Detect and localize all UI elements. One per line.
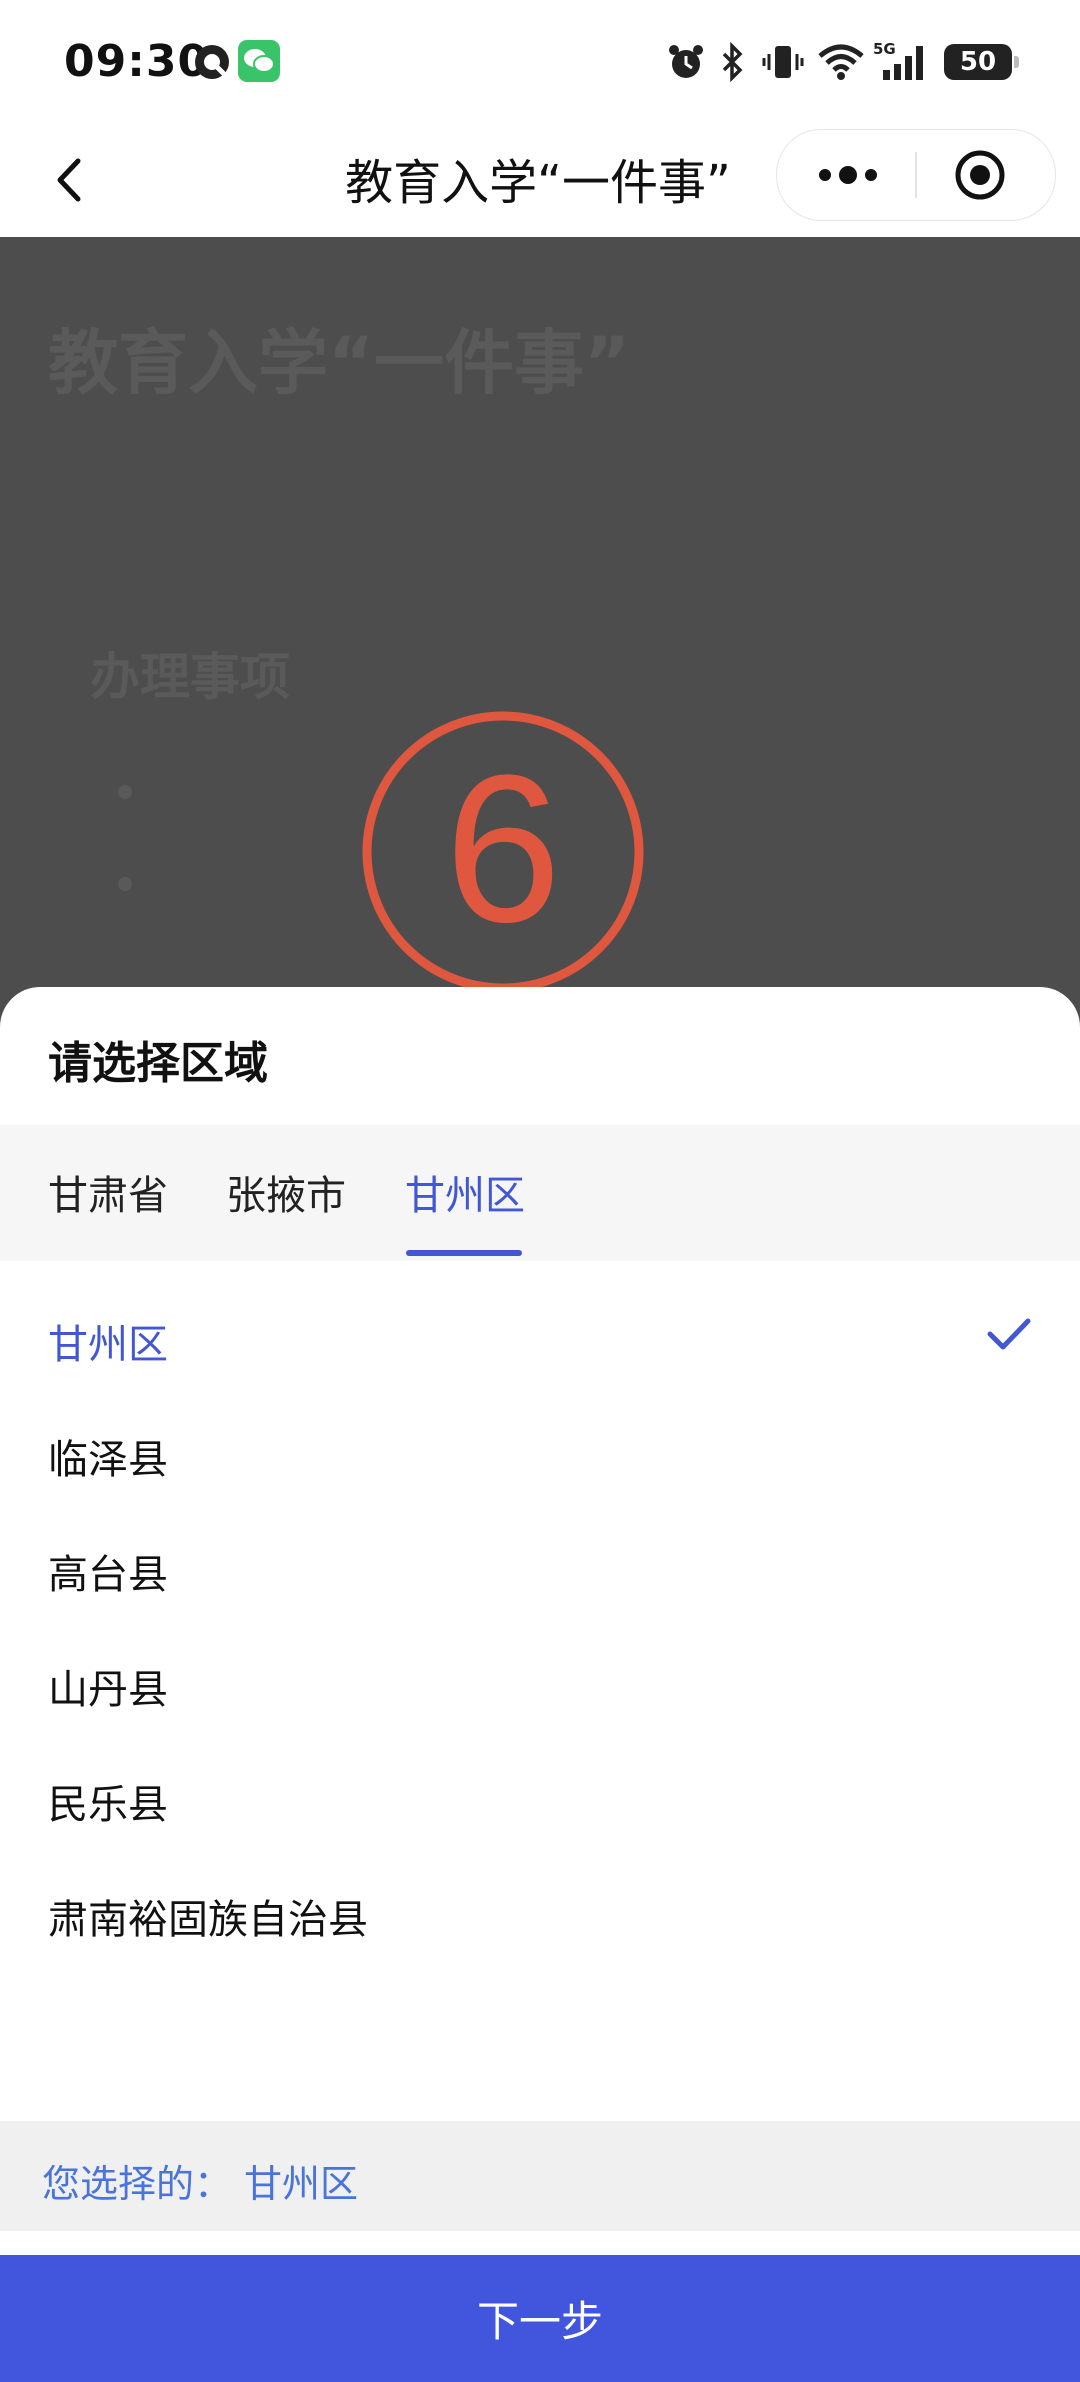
region-option[interactable]: 民乐县 [48,1772,168,1830]
next-step-button[interactable]: 下一步 [0,2255,1080,2382]
signal-5g-icon: 5G [872,40,934,84]
svg-text:5G: 5G [873,40,896,58]
region-level-tabs: 甘肃省 张掖市 甘州区 [0,1125,1080,1261]
capsule-divider [915,152,917,198]
wechat-icon [238,40,280,82]
more-dots-icon [819,166,877,184]
selected-region-label: 您选择的： [42,2162,233,2206]
region-option[interactable]: 山丹县 [48,1657,168,1715]
sheet-title: 请选择区域 [48,1038,268,1089]
background-bullet [118,785,132,799]
more-button[interactable] [803,150,893,200]
bluetooth-icon [714,40,750,84]
status-time: 09:30 [64,36,210,87]
number-six-watermark: 6 [362,711,644,993]
close-mini-program-button[interactable] [953,148,1007,202]
battery-icon: 50 [944,44,1019,80]
vibrate-icon [758,40,808,84]
region-option[interactable]: 甘州区 [48,1312,168,1370]
checkmark-icon [987,1318,1031,1350]
mini-program-capsule [776,129,1056,221]
tab-district[interactable]: 甘州区 [405,1163,525,1221]
alarm-icon [664,40,708,84]
selected-region-bar: 您选择的： 甘州区 [0,2121,1080,2231]
background-section-title: 办理事项 [90,648,290,706]
region-option[interactable]: 肃南裕固族自治县 [48,1887,368,1945]
region-option[interactable]: 高台县 [48,1542,168,1600]
status-bar: 09:30 5G 50 [0,0,1080,125]
tab-province[interactable]: 甘肃省 [48,1163,168,1221]
selected-region-value: 甘州区 [244,2162,359,2206]
wifi-icon [814,40,868,84]
navigation-icon [190,40,234,84]
page-overlay[interactable]: 教育入学“一件事” 办理事项 6 [0,237,1080,1037]
nav-bar: 教育入学“一件事” [0,125,1080,237]
background-page-title: 教育入学“一件事” [48,322,631,404]
region-picker-sheet: 请选择区域 甘肃省 张掖市 甘州区 甘州区 临泽县 高台县 山丹县 民乐县 肃南… [0,987,1080,2382]
target-circle-icon [955,150,1005,200]
region-option[interactable]: 临泽县 [48,1427,168,1485]
background-bullet [118,877,132,891]
active-tab-indicator [406,1250,522,1256]
watermark-number: 6 [445,731,562,966]
tab-city[interactable]: 张掖市 [226,1163,346,1221]
